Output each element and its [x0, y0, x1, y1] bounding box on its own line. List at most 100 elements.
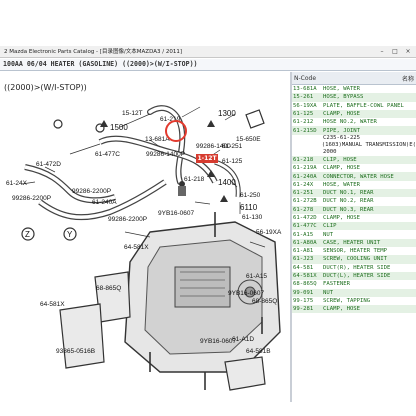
table-row[interactable]: 61-272B DUCT NO.2, REAR — [292, 197, 416, 205]
table-row[interactable]: 61-A15 NUT — [292, 230, 416, 238]
callout-9yb16-0607-c[interactable]: 9YB16-0607 — [200, 338, 236, 345]
section-header: 100AA 06/04 HEATER (GASOLINE) ((2000)>(W… — [0, 59, 416, 71]
callout-64-581b[interactable]: 64-581B — [246, 348, 271, 355]
callout-9yb16-0607-b[interactable]: 9YB16-0607 — [228, 290, 264, 297]
column-header-name[interactable]: 名称 — [324, 74, 416, 83]
part-code: 99-281 — [293, 306, 314, 313]
part-code: 61-477C — [293, 223, 317, 230]
table-row[interactable]: 61-A81 SENSOR, HEATER TEMP — [292, 247, 416, 255]
table-row[interactable]: 13-681A HOSE, WATER — [292, 85, 416, 93]
part-name: SCREW, TAPPING — [323, 297, 371, 304]
callout-6110[interactable]: 6110 — [240, 203, 257, 212]
callout-61-250[interactable]: 61-250 — [240, 192, 260, 199]
table-row[interactable]: 61-A80A CASE, HEATER UNIT — [292, 238, 416, 248]
callout-61-218[interactable]: 61-218 — [184, 176, 204, 183]
part-code: 61-472D — [293, 215, 317, 221]
part-code: 61-215D — [293, 127, 317, 134]
part-name: CLAMP, HOSE — [323, 215, 361, 221]
part-name: HOSE NO.2, WATER — [323, 119, 377, 126]
part-name: (1603)MANUAL TRANSMISSION)E( — [321, 142, 416, 149]
callout-15-12t[interactable]: 15-12T — [122, 110, 143, 117]
callout-68-865q[interactable]: 68-865Q — [96, 285, 121, 292]
table-row[interactable]: 61-472D CLAMP, HOSE — [292, 214, 416, 222]
part-name: CONNECTOR, WATER HOSE — [323, 173, 394, 180]
callout-99286-1400p[interactable]: 99286-1400P — [146, 151, 185, 158]
close-button[interactable]: × — [402, 47, 414, 56]
table-row[interactable]: 15-261 HOSE, BYPASS — [292, 93, 416, 102]
part-code: 61-272B — [293, 198, 317, 205]
table-row[interactable]: 61-251 DUCT NO.1, REAR — [292, 188, 416, 198]
table-row[interactable]: C235-61-225 — [292, 135, 416, 142]
part-name: DUCT NO.1, REAR — [323, 190, 374, 197]
table-row[interactable]: 64-581X DUCT(L), HEATER SIDE — [292, 271, 416, 281]
window-titlebar: 2 Mazda Electronic Parts Catalog - [目录图像… — [0, 46, 416, 58]
callout-61-251[interactable]: 61-251 — [222, 143, 242, 150]
part-name: HOSE, WATER — [323, 86, 361, 93]
callout-99286-2200p-c[interactable]: 99286-2200P — [108, 216, 147, 223]
part-name: CLAMP, HOSE — [323, 165, 361, 172]
window-title: 2 Mazda Electronic Parts Catalog - [目录图像… — [4, 49, 182, 55]
callout-61-240a[interactable]: 61-240A — [92, 199, 117, 206]
table-row[interactable]: 68-865Q FASTENER — [292, 280, 416, 288]
part-code: 61-A15 — [293, 231, 314, 238]
table-row[interactable]: 61-477C CLIP — [292, 222, 416, 231]
table-row[interactable]: 99-091 NUT — [292, 288, 416, 297]
table-row[interactable]: 61-215D PIPE, JOINT — [292, 126, 416, 135]
table-row[interactable]: 56-19XA PLATE, BAFFLE-COWL PANEL — [292, 102, 416, 110]
part-code: 61-125 — [293, 111, 314, 118]
table-row[interactable]: 61-240A CONNECTOR, WATER HOSE — [292, 172, 416, 181]
callout-64-581x-b[interactable]: 64-581X — [40, 301, 65, 308]
table-row[interactable]: 61-218 CLIP, HOSE — [292, 155, 416, 165]
callout-56-19xa[interactable]: 56-19XA — [256, 229, 281, 236]
part-name: CLAMP, HOSE — [323, 111, 361, 118]
table-row[interactable]: 61-212 HOSE NO.2, WATER — [292, 118, 416, 126]
table-row[interactable]: 2000 — [292, 149, 416, 156]
table-row[interactable]: 61-219A CLAMP, HOSE — [292, 164, 416, 172]
callout-93865-0516b[interactable]: 93865-0516B — [56, 348, 95, 355]
parts-diagram[interactable]: ((2000)>(W/I-STOP)) 15-12T 1500 61-219 1… — [0, 72, 290, 402]
minimize-button[interactable]: – — [376, 47, 388, 56]
callout-99286-2200p[interactable]: 99286-2200P — [12, 195, 51, 202]
highlighted-callout[interactable]: 1-12T — [196, 154, 218, 163]
part-code: 61-A81 — [293, 248, 314, 255]
section-title: 100AA 06/04 HEATER (GASOLINE) ((2000)>(W… — [3, 60, 198, 68]
callout-61-125[interactable]: 61-125 — [222, 158, 242, 165]
part-name: PLATE, BAFFLE-COWL PANEL — [323, 102, 404, 109]
callout-1500[interactable]: 1500 — [110, 123, 128, 132]
callout-1400[interactable]: 1400 — [218, 178, 236, 187]
callout-61-24x[interactable]: 61-24X — [6, 180, 27, 187]
table-row[interactable]: (1603)MANUAL TRANSMISSION)E( — [292, 142, 416, 149]
part-code: 64-581X — [293, 273, 317, 280]
table-row[interactable]: 61-125 CLAMP, HOSE — [292, 109, 416, 119]
callout-61-130[interactable]: 61-130 — [242, 214, 262, 221]
callout-99286-2200p-b[interactable]: 99286-2200P — [72, 188, 111, 195]
table-row[interactable]: 61-24X HOSE, WATER — [292, 181, 416, 189]
table-row[interactable]: 64-581 DUCT(R), HEATER SIDE — [292, 264, 416, 272]
callout-68-865q-b[interactable]: 68-865Q — [252, 298, 277, 305]
part-code: 61-251 — [293, 190, 314, 197]
marker-z: Z — [25, 230, 30, 239]
part-name: HOSE, WATER — [323, 181, 361, 188]
highlight-circle — [165, 120, 187, 142]
part-code: 61-278 — [293, 206, 314, 213]
parts-table: N-Code 名称 13-681A HOSE, WATER 15-261 HOSE, … — [292, 72, 416, 402]
callout-64-581x[interactable]: 64-581X — [124, 244, 149, 251]
callout-1300[interactable]: 1300 — [218, 109, 236, 118]
callout-9yb16-0607[interactable]: 9YB16-0607 — [158, 210, 194, 217]
table-body: 13-681A HOSE, WATER 15-261 HOSE, BYPASS 56-1… — [292, 85, 416, 314]
part-name: PIPE, JOINT — [323, 127, 361, 134]
column-header-code[interactable]: N-Code — [292, 75, 324, 82]
callout-61-477c[interactable]: 61-477C — [95, 151, 120, 158]
callout-61-472d[interactable]: 61-472D — [36, 161, 61, 168]
table-row[interactable]: 61-278 DUCT NO.3, REAR — [292, 205, 416, 214]
part-name: CLIP — [323, 223, 337, 230]
marker-y: Y — [67, 230, 73, 239]
part-name: CLIP, HOSE — [323, 156, 357, 163]
table-row[interactable]: 99-175 SCREW, TAPPING — [292, 297, 416, 305]
maximize-button[interactable]: □ — [389, 47, 401, 56]
table-row[interactable]: 99-281 CLAMP, HOSE — [292, 305, 416, 314]
callout-61-a15[interactable]: 61-A15 — [246, 273, 267, 280]
part-code: 99-091 — [293, 289, 314, 296]
callout-15-650e[interactable]: 15-650E — [236, 136, 261, 143]
table-row[interactable]: 61-J23 SCREW, COOLING UNIT — [292, 255, 416, 264]
